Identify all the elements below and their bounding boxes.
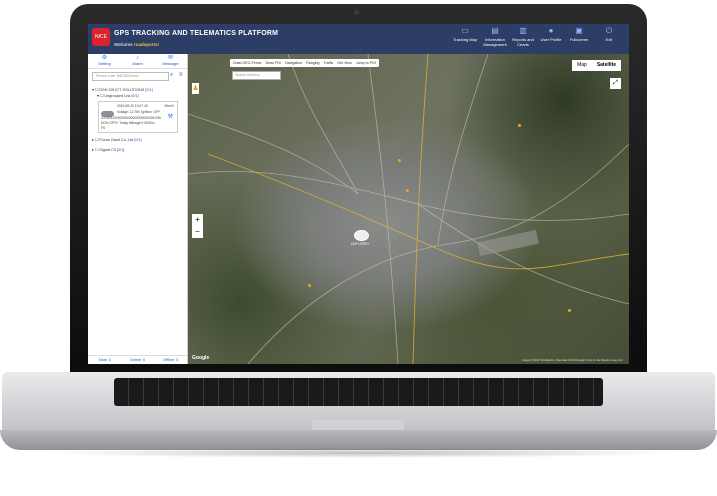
wrench-icon[interactable]: ⚒: [168, 113, 173, 120]
tool-jump-to-poi[interactable]: Jump to POI: [356, 59, 376, 67]
total-count[interactable]: Total: 3: [88, 356, 121, 364]
map-toolbar: Draw GEO-Fence Draw POI Navigation Rangi…: [230, 59, 379, 67]
tab-label: Setting: [98, 61, 111, 66]
nav-information-management[interactable]: ▤ Information Management: [480, 26, 510, 48]
vehicle-marker-label: DOH-GPS+: [351, 242, 370, 246]
keyboard: [114, 378, 603, 406]
laptop-front-edge: [0, 430, 717, 450]
group-count: [0/1]: [134, 138, 142, 142]
map-type-toggle: Map Satellite: [572, 60, 621, 71]
laptop-lid: NICE GPS TRACKING AND TELEMATICS PLATFOR…: [70, 4, 647, 382]
laptop-mockup: NICE GPS TRACKING AND TELEMATICS PLATFOR…: [0, 0, 717, 496]
nav-label: Exit: [605, 37, 613, 42]
online-count[interactable]: Online: 0: [121, 356, 154, 364]
group-label: DSH ON ICT SOLUTIONS: [99, 88, 145, 92]
nav-reports-charts[interactable]: ▥ Reports and Charts: [508, 26, 538, 48]
nav-label: User Profile: [540, 37, 562, 42]
vehicle-extra: FS: [101, 126, 106, 130]
document-icon: ▤: [491, 26, 499, 35]
webcam: [354, 10, 359, 15]
group-count: [0/1]: [116, 148, 125, 152]
nav-label: Tracking Map: [452, 37, 478, 42]
map-copyright: Imagery ©2019 TerraMetrics, Map data ©20…: [521, 359, 623, 362]
device-search-input[interactable]: Please enter IMEI/ID/Name: [92, 72, 169, 81]
vehicle-marker-icon[interactable]: [354, 230, 369, 241]
poi-marker[interactable]: [308, 284, 311, 287]
nav-label: Reports and Charts: [512, 37, 534, 47]
offline-count[interactable]: Offline: 3: [154, 356, 187, 364]
laptop-screen: NICE GPS TRACKING AND TELEMATICS PLATFOR…: [88, 24, 629, 364]
group-count: [0/1]: [145, 88, 153, 92]
app-header: NICE GPS TRACKING AND TELEMATICS PLATFOR…: [88, 24, 629, 54]
map-type-satellite[interactable]: Satellite: [592, 60, 621, 71]
vehicle-card[interactable]: 2019-08-20 10:07:43 0Km/h Voltage: 12.78…: [98, 101, 178, 133]
vehicle-imei: ICHA9110000000000000000000005 09h: [101, 116, 161, 120]
satellite-map[interactable]: Draw GEO-Fence Draw POI Navigation Rangi…: [188, 54, 629, 364]
brand-logo: NICE: [92, 28, 110, 46]
tab-setting[interactable]: ⚙ Setting: [88, 54, 121, 68]
tool-ranging[interactable]: Ranging: [306, 59, 319, 67]
tree-group-signal[interactable]: ▸ ☐ Signal C3 [0/1]: [92, 147, 184, 153]
chart-icon: ▥: [519, 26, 527, 35]
user-icon: ●: [548, 26, 554, 35]
nav-label: Information Management: [483, 37, 507, 47]
group-label: Ungrouped List: [104, 94, 131, 98]
sidebar-tabs: ⚙ Setting ♪ Alarm ✉ Message: [88, 54, 187, 69]
street-view-pegman-icon[interactable]: ♟: [192, 83, 199, 94]
vehicle-time: 2019-08-20 10:07:43: [117, 104, 148, 108]
nav-user-profile[interactable]: ● User Profile: [536, 26, 566, 43]
tool-navigation[interactable]: Navigation: [285, 59, 302, 67]
vehicle-mileage: DOH-GPS+ Today Mileage:0.000Km: [101, 121, 155, 125]
tab-alarm[interactable]: ♪ Alarm: [121, 54, 154, 68]
tool-traffic[interactable]: Traffic: [324, 59, 334, 67]
poi-marker[interactable]: [406, 189, 409, 192]
map-roads: [188, 54, 629, 364]
tab-label: Message: [162, 61, 179, 66]
group-label: Signal C3: [99, 148, 116, 152]
vehicle-status: Voltage: 12.78V Ignition: OFF: [117, 110, 161, 114]
fullscreen-icon: ▣: [575, 26, 583, 35]
google-logo: Google: [192, 355, 210, 361]
poi-marker[interactable]: [518, 124, 521, 127]
tab-message[interactable]: ✉ Message: [154, 54, 187, 68]
map-fullscreen-icon[interactable]: ⤢: [610, 78, 621, 89]
search-icon[interactable]: ⌕: [170, 72, 173, 79]
monitor-icon: ▭: [461, 26, 469, 35]
welcome-user: roadsports!: [133, 42, 159, 47]
tab-label: Alarm: [132, 61, 143, 66]
power-icon: ⏻: [605, 26, 613, 35]
laptop-shadow: [40, 448, 680, 458]
tree-group-focus[interactable]: ▸ ☐ Focus Giant Co.,Ltd [0/1]: [92, 137, 184, 143]
sidebar: ⚙ Setting ♪ Alarm ✉ Message Please enter IM…: [88, 54, 188, 364]
group-count: [0/1]: [131, 94, 139, 98]
welcome-prefix: Welcome: [114, 42, 133, 47]
app-title: GPS TRACKING AND TELEMATICS PLATFORM: [114, 30, 279, 37]
tool-get-view[interactable]: Get View: [337, 59, 352, 67]
tool-draw-poi[interactable]: Draw POI: [266, 59, 282, 67]
poi-marker[interactable]: [568, 309, 571, 312]
address-search-input[interactable]: Search Address: [232, 71, 281, 80]
poi-marker[interactable]: [398, 159, 401, 162]
nav-fullscreen[interactable]: ▣ Fullscreen: [564, 26, 594, 43]
map-type-map[interactable]: Map: [572, 60, 592, 71]
laptop-base: [2, 372, 715, 434]
tree-group-ungrouped[interactable]: ▾ ☐ Ungrouped List [0/1]: [92, 93, 184, 99]
sidebar-footer: Total: 3 Online: 0 Offline: 3: [88, 355, 187, 364]
zoom-in-button[interactable]: +: [192, 214, 203, 226]
device-tree: ▾ ☐ DSH ON ICT SOLUTIONS [0/1] ▾ ☐ Ungro…: [92, 87, 184, 153]
group-label: Focus Giant Co.,Ltd: [99, 138, 134, 142]
list-menu-icon[interactable]: ≡: [179, 72, 183, 78]
nav-label: Fullscreen: [569, 37, 589, 42]
vehicle-speed: 0Km/h: [164, 104, 174, 108]
nav-exit[interactable]: ⏻ Exit: [594, 26, 624, 43]
nav-tracking-map[interactable]: ▭ Tracking Map: [450, 26, 480, 43]
zoom-control: + −: [192, 214, 203, 238]
zoom-out-button[interactable]: −: [192, 226, 203, 238]
welcome-text: Welcome roadsports!: [114, 42, 159, 47]
tool-draw-geofence[interactable]: Draw GEO-Fence: [233, 59, 262, 67]
